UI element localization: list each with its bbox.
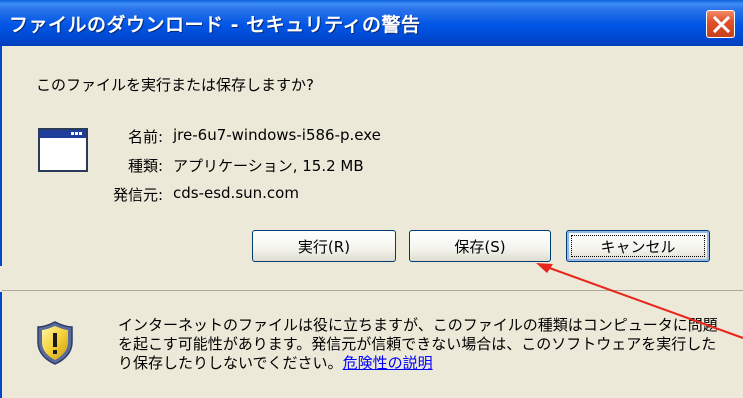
file-source-label: 発信元: [112, 186, 163, 204]
window-title: ファイルのダウンロード - セキュリティの警告 [9, 14, 421, 36]
title-bar[interactable]: ファイルのダウンロード - セキュリティの警告 [0, 0, 743, 46]
file-download-dialog: ファイルのダウンロード - セキュリティの警告 このファイルを実行または保存しま… [0, 0, 743, 398]
file-type-row: 種類: アプリケーション, 15.2 MB [93, 155, 593, 175]
security-shield-warning-icon [37, 321, 73, 365]
close-icon [713, 16, 730, 33]
save-button[interactable]: 保存(S) [409, 230, 551, 262]
risk-explanation-link[interactable]: 危険性の説明 [343, 354, 433, 372]
file-source-value: cds-esd.sun.com [173, 184, 299, 202]
file-name-row: 名前: jre-6u7-windows-i586-p.exe [93, 126, 593, 146]
file-type-value: アプリケーション, 15.2 MB [173, 157, 364, 175]
file-source-row: 発信元: cds-esd.sun.com [93, 184, 593, 204]
save-button-label: 保存(S) [454, 237, 506, 256]
file-name-label: 名前: [127, 128, 163, 146]
close-button[interactable] [706, 10, 735, 38]
run-button[interactable]: 実行(R) [252, 230, 396, 262]
file-name-value: jre-6u7-windows-i586-p.exe [173, 126, 381, 144]
security-warning-text: インターネットのファイルは役に立ちますが、このファイルの種類はコンピュータに問題… [118, 316, 728, 373]
file-type-label: 種類: [127, 157, 163, 175]
run-button-label: 実行(R) [297, 237, 351, 256]
application-window-icon [38, 128, 88, 172]
question-text: このファイルを実行または保存しますか? [36, 76, 314, 94]
cancel-button[interactable]: キャンセル [566, 230, 710, 262]
